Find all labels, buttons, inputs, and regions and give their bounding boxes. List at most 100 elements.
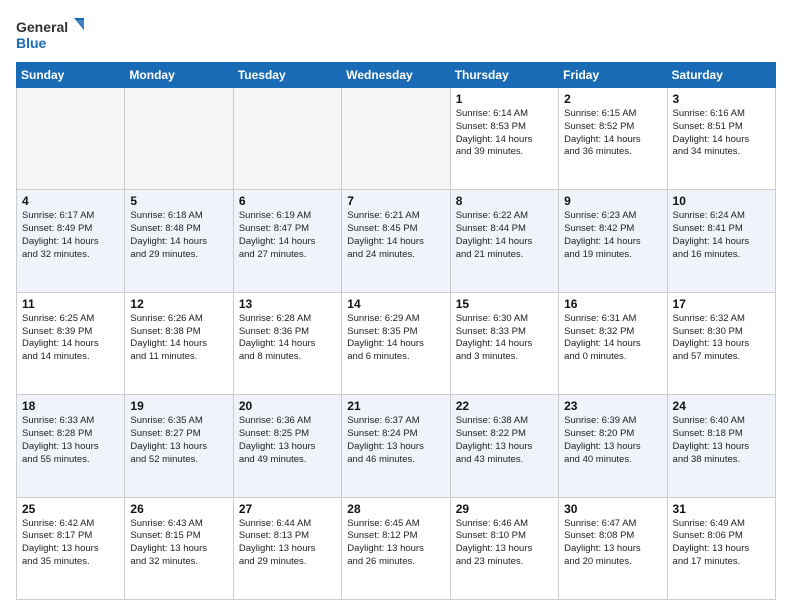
day-info: Sunrise: 6:15 AM Sunset: 8:52 PM Dayligh… bbox=[564, 108, 661, 159]
calendar-cell: 2 Sunrise: 6:15 AM Sunset: 8:52 PM Daylig… bbox=[559, 88, 667, 190]
calendar-cell: 18 Sunrise: 6:33 AM Sunset: 8:28 PM Dayli… bbox=[17, 395, 125, 497]
day-number: 25 bbox=[22, 502, 119, 516]
day-info: Sunrise: 6:29 AM Sunset: 8:35 PM Dayligh… bbox=[347, 313, 444, 364]
day-number: 6 bbox=[239, 194, 336, 208]
day-info: Sunrise: 6:30 AM Sunset: 8:33 PM Dayligh… bbox=[456, 313, 553, 364]
calendar-cell: 30 Sunrise: 6:47 AM Sunset: 8:08 PM Dayli… bbox=[559, 497, 667, 599]
calendar-cell: 24Sunrise: 6:40 AM Sunset: 8:18 PM Dayli… bbox=[667, 395, 775, 497]
day-info: Sunrise: 6:40 AM Sunset: 8:18 PM Dayligh… bbox=[673, 415, 770, 466]
day-number: 31 bbox=[673, 502, 770, 516]
day-number: 21 bbox=[347, 399, 444, 413]
day-number: 30 bbox=[564, 502, 661, 516]
day-info: Sunrise: 6:39 AM Sunset: 8:20 PM Dayligh… bbox=[564, 415, 661, 466]
calendar-cell: 8 Sunrise: 6:22 AM Sunset: 8:44 PM Daylig… bbox=[450, 190, 558, 292]
day-info: Sunrise: 6:24 AM Sunset: 8:41 PM Dayligh… bbox=[673, 210, 770, 261]
svg-text:Blue: Blue bbox=[16, 35, 47, 51]
calendar-table: Sunday Monday Tuesday Wednesday Thursday… bbox=[16, 62, 776, 600]
calendar-cell: 3Sunrise: 6:16 AM Sunset: 8:51 PM Daylig… bbox=[667, 88, 775, 190]
calendar-cell: 4Sunrise: 6:17 AM Sunset: 8:49 PM Daylig… bbox=[17, 190, 125, 292]
calendar-cell: 22Sunrise: 6:38 AM Sunset: 8:22 PM Dayli… bbox=[450, 395, 558, 497]
calendar-cell: 25 Sunrise: 6:42 AM Sunset: 8:17 PM Dayli… bbox=[17, 497, 125, 599]
col-friday: Friday bbox=[559, 63, 667, 88]
calendar-cell: 6 Sunrise: 6:19 AM Sunset: 8:47 PM Daylig… bbox=[233, 190, 341, 292]
day-info: Sunrise: 6:14 AM Sunset: 8:53 PM Dayligh… bbox=[456, 108, 553, 159]
day-number: 18 bbox=[22, 399, 119, 413]
calendar-cell: 21Sunrise: 6:37 AM Sunset: 8:24 PM Dayli… bbox=[342, 395, 450, 497]
calendar-cell: 9 Sunrise: 6:23 AM Sunset: 8:42 PM Daylig… bbox=[559, 190, 667, 292]
day-info: Sunrise: 6:32 AM Sunset: 8:30 PM Dayligh… bbox=[673, 313, 770, 364]
calendar-cell: 13Sunrise: 6:28 AM Sunset: 8:36 PM Dayli… bbox=[233, 292, 341, 394]
day-info: Sunrise: 6:47 AM Sunset: 8:08 PM Dayligh… bbox=[564, 518, 661, 569]
logo-svg: General Blue bbox=[16, 16, 86, 52]
calendar-week-3: 11 Sunrise: 6:25 AM Sunset: 8:39 PM Dayli… bbox=[17, 292, 776, 394]
calendar-body: 1 Sunrise: 6:14 AM Sunset: 8:53 PM Daylig… bbox=[17, 88, 776, 600]
day-number: 26 bbox=[130, 502, 227, 516]
day-number: 1 bbox=[456, 92, 553, 106]
day-info: Sunrise: 6:46 AM Sunset: 8:10 PM Dayligh… bbox=[456, 518, 553, 569]
day-number: 29 bbox=[456, 502, 553, 516]
day-info: Sunrise: 6:19 AM Sunset: 8:47 PM Dayligh… bbox=[239, 210, 336, 261]
calendar-cell: 31 Sunrise: 6:49 AM Sunset: 8:06 PM Dayli… bbox=[667, 497, 775, 599]
calendar-cell: 17 Sunrise: 6:32 AM Sunset: 8:30 PM Dayli… bbox=[667, 292, 775, 394]
calendar-cell: 28 Sunrise: 6:45 AM Sunset: 8:12 PM Dayli… bbox=[342, 497, 450, 599]
header-row: Sunday Monday Tuesday Wednesday Thursday… bbox=[17, 63, 776, 88]
col-monday: Monday bbox=[125, 63, 233, 88]
col-thursday: Thursday bbox=[450, 63, 558, 88]
day-info: Sunrise: 6:21 AM Sunset: 8:45 PM Dayligh… bbox=[347, 210, 444, 261]
day-number: 19 bbox=[130, 399, 227, 413]
day-info: Sunrise: 6:25 AM Sunset: 8:39 PM Dayligh… bbox=[22, 313, 119, 364]
day-number: 13 bbox=[239, 297, 336, 311]
day-number: 15 bbox=[456, 297, 553, 311]
day-info: Sunrise: 6:43 AM Sunset: 8:15 PM Dayligh… bbox=[130, 518, 227, 569]
day-number: 11 bbox=[22, 297, 119, 311]
day-number: 2 bbox=[564, 92, 661, 106]
calendar-cell bbox=[233, 88, 341, 190]
day-number: 9 bbox=[564, 194, 661, 208]
calendar-header: Sunday Monday Tuesday Wednesday Thursday… bbox=[17, 63, 776, 88]
day-info: Sunrise: 6:22 AM Sunset: 8:44 PM Dayligh… bbox=[456, 210, 553, 261]
calendar-cell: 7 Sunrise: 6:21 AM Sunset: 8:45 PM Daylig… bbox=[342, 190, 450, 292]
calendar-cell: 29 Sunrise: 6:46 AM Sunset: 8:10 PM Dayli… bbox=[450, 497, 558, 599]
calendar-cell: 15 Sunrise: 6:30 AM Sunset: 8:33 PM Dayli… bbox=[450, 292, 558, 394]
calendar-week-5: 25 Sunrise: 6:42 AM Sunset: 8:17 PM Dayli… bbox=[17, 497, 776, 599]
day-info: Sunrise: 6:23 AM Sunset: 8:42 PM Dayligh… bbox=[564, 210, 661, 261]
col-sunday: Sunday bbox=[17, 63, 125, 88]
day-info: Sunrise: 6:26 AM Sunset: 8:38 PM Dayligh… bbox=[130, 313, 227, 364]
calendar: Sunday Monday Tuesday Wednesday Thursday… bbox=[16, 62, 776, 600]
day-info: Sunrise: 6:49 AM Sunset: 8:06 PM Dayligh… bbox=[673, 518, 770, 569]
day-info: Sunrise: 6:44 AM Sunset: 8:13 PM Dayligh… bbox=[239, 518, 336, 569]
day-number: 12 bbox=[130, 297, 227, 311]
day-number: 14 bbox=[347, 297, 444, 311]
day-number: 3 bbox=[673, 92, 770, 106]
calendar-cell: 27 Sunrise: 6:44 AM Sunset: 8:13 PM Dayli… bbox=[233, 497, 341, 599]
calendar-cell: 1 Sunrise: 6:14 AM Sunset: 8:53 PM Daylig… bbox=[450, 88, 558, 190]
day-number: 22 bbox=[456, 399, 553, 413]
calendar-page: General Blue Sunday Monday Tuesday Wedne… bbox=[0, 0, 792, 612]
day-info: Sunrise: 6:31 AM Sunset: 8:32 PM Dayligh… bbox=[564, 313, 661, 364]
day-info: Sunrise: 6:36 AM Sunset: 8:25 PM Dayligh… bbox=[239, 415, 336, 466]
day-number: 17 bbox=[673, 297, 770, 311]
day-info: Sunrise: 6:45 AM Sunset: 8:12 PM Dayligh… bbox=[347, 518, 444, 569]
day-info: Sunrise: 6:33 AM Sunset: 8:28 PM Dayligh… bbox=[22, 415, 119, 466]
day-number: 28 bbox=[347, 502, 444, 516]
calendar-cell: 23 Sunrise: 6:39 AM Sunset: 8:20 PM Dayli… bbox=[559, 395, 667, 497]
calendar-cell: 14 Sunrise: 6:29 AM Sunset: 8:35 PM Dayli… bbox=[342, 292, 450, 394]
calendar-cell bbox=[125, 88, 233, 190]
day-info: Sunrise: 6:35 AM Sunset: 8:27 PM Dayligh… bbox=[130, 415, 227, 466]
calendar-cell: 11 Sunrise: 6:25 AM Sunset: 8:39 PM Dayli… bbox=[17, 292, 125, 394]
calendar-cell bbox=[17, 88, 125, 190]
day-number: 10 bbox=[673, 194, 770, 208]
calendar-cell: 16Sunrise: 6:31 AM Sunset: 8:32 PM Dayli… bbox=[559, 292, 667, 394]
day-number: 27 bbox=[239, 502, 336, 516]
calendar-cell bbox=[342, 88, 450, 190]
col-wednesday: Wednesday bbox=[342, 63, 450, 88]
col-tuesday: Tuesday bbox=[233, 63, 341, 88]
day-info: Sunrise: 6:42 AM Sunset: 8:17 PM Dayligh… bbox=[22, 518, 119, 569]
day-number: 23 bbox=[564, 399, 661, 413]
calendar-cell: 19 Sunrise: 6:35 AM Sunset: 8:27 PM Dayli… bbox=[125, 395, 233, 497]
day-number: 4 bbox=[22, 194, 119, 208]
day-number: 8 bbox=[456, 194, 553, 208]
calendar-week-4: 18 Sunrise: 6:33 AM Sunset: 8:28 PM Dayli… bbox=[17, 395, 776, 497]
day-number: 7 bbox=[347, 194, 444, 208]
calendar-cell: 10 Sunrise: 6:24 AM Sunset: 8:41 PM Dayli… bbox=[667, 190, 775, 292]
